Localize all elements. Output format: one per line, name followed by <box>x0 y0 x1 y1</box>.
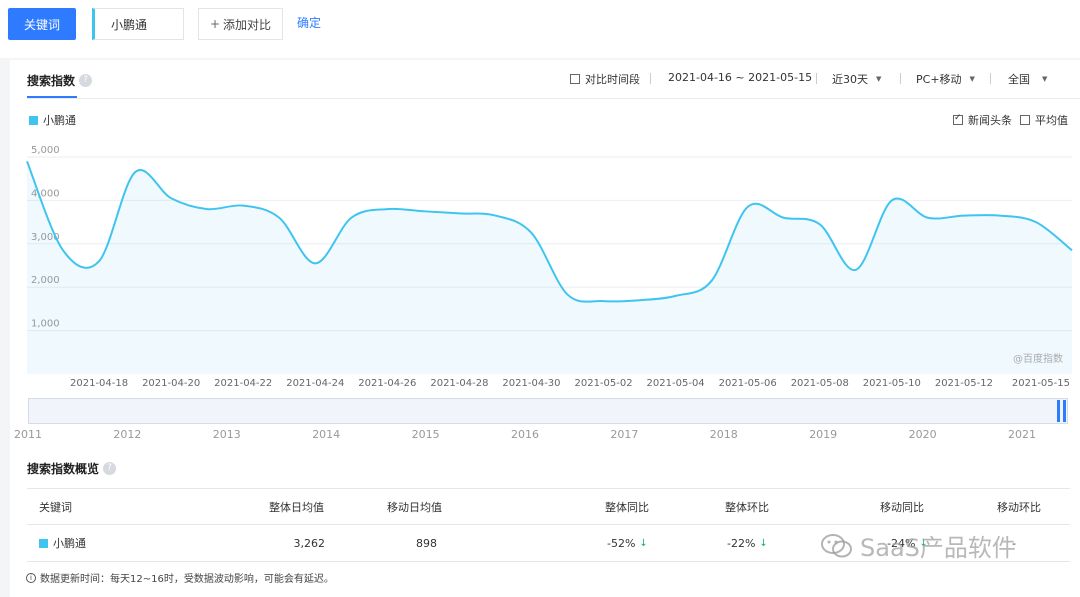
year-label: 2011 <box>14 428 42 441</box>
watermark-text: SaaS产品软件 <box>860 534 1016 562</box>
x-tick-label: 2021-05-15 <box>1012 378 1070 389</box>
x-tick-label: 2021-05-06 <box>719 378 777 389</box>
x-tick-label: 2021-04-18 <box>70 378 128 389</box>
info-icon: i <box>26 572 36 583</box>
source-mark: @百度指数 <box>1013 352 1063 365</box>
keyword-tab-button[interactable]: 关键词 <box>8 8 76 40</box>
confirm-link[interactable]: 确定 <box>297 14 321 31</box>
x-tick-label: 2021-05-04 <box>647 378 705 389</box>
col-mobile-avg: 移动日均值 <box>387 500 442 514</box>
year-label: 2020 <box>909 428 937 441</box>
year-label: 2015 <box>412 428 440 441</box>
top-bar: 关键词 小鹏通 + 添加对比 确定 <box>0 0 1080 58</box>
x-tick-label: 2021-04-30 <box>502 378 560 389</box>
help-icon[interactable]: ? <box>103 462 117 475</box>
year-label: 2019 <box>809 428 837 441</box>
x-tick-label: 2021-04-20 <box>142 378 200 389</box>
x-tick-label: 2021-05-02 <box>574 378 632 389</box>
timeline-handle-right[interactable] <box>1063 400 1066 422</box>
search-index-chart: 5,0004,0003,0002,0001,000 2021-04-182021… <box>26 145 1073 389</box>
year-label: 2016 <box>511 428 539 441</box>
main-panel: 搜索指数 ? 对比时间段 2021-04-16 ~ 2021-05-15 近30… <box>10 60 1080 597</box>
y-tick-label: 5,000 <box>31 145 60 156</box>
timeline-handle-left[interactable] <box>1057 400 1060 422</box>
wechat-icon <box>821 533 852 557</box>
mobile-avg-value: 898 <box>416 536 437 550</box>
x-tick-label: 2021-04-28 <box>430 378 488 389</box>
series-area <box>27 161 1072 374</box>
row-keyword: 小鹏通 <box>39 525 86 561</box>
x-tick-label: 2021-04-22 <box>214 378 272 389</box>
year-label: 2012 <box>113 428 141 441</box>
year-label: 2018 <box>710 428 738 441</box>
overview-title-text: 搜索指数概览 <box>27 462 100 476</box>
add-compare-button[interactable]: + 添加对比 <box>198 8 283 40</box>
arrow-down-icon: ↓ <box>759 537 768 549</box>
year-label: 2014 <box>312 428 340 441</box>
overall-avg-value: 3,262 <box>293 536 326 550</box>
overall-qoq-value: -22% <box>727 536 756 550</box>
overall-yoy-cell: -52% ↓ <box>607 525 648 561</box>
footnote: i 数据更新时间：每天12~16时，受数据波动影响，可能会有延迟。 <box>26 570 334 585</box>
col-overall-yoy: 整体同比 <box>605 500 649 514</box>
watermark: SaaS产品软件 <box>820 528 1016 563</box>
x-tick-label: 2021-05-10 <box>863 378 921 389</box>
x-tick-label: 2021-04-26 <box>358 378 416 389</box>
x-tick-label: 2021-04-24 <box>286 378 344 389</box>
col-mobile-qoq: 移动环比 <box>997 500 1041 514</box>
keyword-text: 小鹏通 <box>53 537 86 550</box>
year-label: 2013 <box>213 428 241 441</box>
keyword-input[interactable]: 小鹏通 <box>92 8 184 40</box>
year-label: 2021 <box>1008 428 1036 441</box>
col-keyword: 关键词 <box>39 500 72 514</box>
overview-title: 搜索指数概览 ? <box>27 460 117 477</box>
year-label: 2017 <box>610 428 638 441</box>
plus-icon: + <box>209 17 221 31</box>
col-mobile-yoy: 移动同比 <box>880 500 924 514</box>
x-tick-label: 2021-05-08 <box>791 378 849 389</box>
col-overall-qoq: 整体环比 <box>725 500 769 514</box>
timeline-selection <box>28 398 1068 424</box>
table-header: 关键词 整体日均值 移动日均值 整体同比 整体环比 移动同比 移动环比 <box>27 488 1070 525</box>
overall-qoq-cell: -22% ↓ <box>727 525 768 561</box>
footnote-text: 数据更新时间：每天12~16时，受数据波动影响，可能会有延迟。 <box>40 574 334 585</box>
overall-yoy-value: -52% <box>607 536 636 550</box>
timeline-years: 2011 2012 2013 2014 2015 2016 2017 2018 2019 2020… <box>14 428 1036 441</box>
add-compare-label: 添加对比 <box>223 17 272 32</box>
x-tick-label: 2021-05-12 <box>935 378 993 389</box>
col-overall-avg: 整体日均值 <box>269 500 324 514</box>
arrow-down-icon: ↓ <box>639 537 648 549</box>
keyword-swatch <box>39 538 48 548</box>
